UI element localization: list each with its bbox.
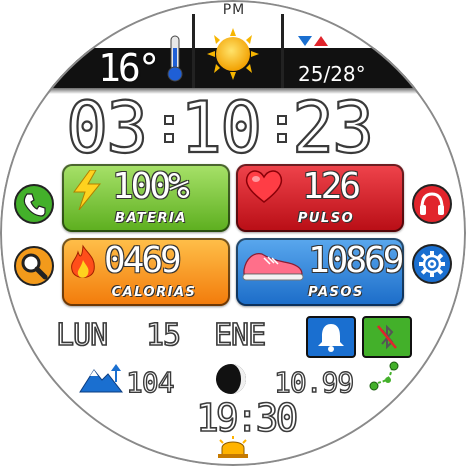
calories-label: CALORIAS	[111, 285, 197, 300]
digital-clock: 03 10 23	[66, 92, 375, 158]
sun-icon[interactable]	[204, 28, 262, 80]
calories-value: 0469	[104, 240, 182, 281]
weather-divider-right	[281, 14, 284, 88]
battery-tile[interactable]: 100% BATERIA	[62, 164, 230, 232]
settings-button[interactable]	[412, 244, 452, 284]
bluetooth-off-icon	[377, 324, 397, 350]
pulse-tile[interactable]: 126 PULSO	[236, 164, 404, 232]
calories-tile[interactable]: 0469 CALORIAS	[62, 238, 230, 306]
temperature-range-arrows-icon	[298, 36, 328, 46]
battery-label: BATERIA	[115, 211, 187, 226]
temperature-range: 25/28°	[298, 62, 366, 86]
heart-icon	[245, 170, 283, 203]
gear-icon	[419, 251, 445, 277]
date-weekday: LUN	[55, 317, 109, 354]
weather-divider-left	[192, 14, 195, 88]
clock-separator	[164, 115, 174, 125]
am-pm-indicator: PM	[222, 2, 246, 18]
bluetooth-toggle[interactable]	[362, 316, 412, 358]
distance-value: 10.99	[273, 365, 355, 399]
moon-phase-icon	[216, 364, 246, 394]
clock-separator	[277, 133, 287, 143]
music-button[interactable]	[412, 184, 452, 224]
sneaker-icon	[242, 253, 304, 281]
date-month: ENE	[213, 317, 267, 354]
phone-button[interactable]	[14, 184, 54, 224]
search-button[interactable]	[14, 246, 54, 286]
altitude-value: 104	[125, 365, 175, 399]
headphones-icon	[420, 192, 444, 215]
steps-value: 10869	[308, 240, 404, 281]
date-day: 15	[145, 317, 182, 354]
alarm-time[interactable]: 19:30	[195, 395, 299, 441]
clock-separator	[164, 133, 174, 143]
clock-hours: 03	[66, 92, 146, 158]
route-icon	[369, 361, 399, 391]
pulse-value: 126	[302, 166, 361, 207]
watch-face: PM 16° 25/28° 03 10 23 100% BATERIA 126 …	[0, 0, 466, 466]
clock-minutes: 10	[180, 92, 260, 158]
steps-label: PASOS	[308, 285, 364, 300]
thermometer-icon	[167, 35, 183, 82]
lightning-icon	[73, 170, 102, 210]
notification-toggle[interactable]	[306, 316, 356, 358]
steps-tile[interactable]: 10869 PASOS	[236, 238, 404, 306]
clock-seconds: 23	[292, 92, 372, 158]
pulse-label: PULSO	[297, 211, 355, 226]
bell-icon	[318, 324, 344, 352]
alarm-light-icon	[218, 436, 248, 458]
clock-separator	[277, 115, 287, 125]
flame-icon	[71, 244, 95, 278]
current-temperature: 16°	[98, 46, 161, 90]
search-icon	[21, 253, 48, 280]
mountain-icon	[79, 364, 124, 393]
battery-value: 100%	[112, 166, 190, 207]
phone-icon	[23, 193, 46, 217]
